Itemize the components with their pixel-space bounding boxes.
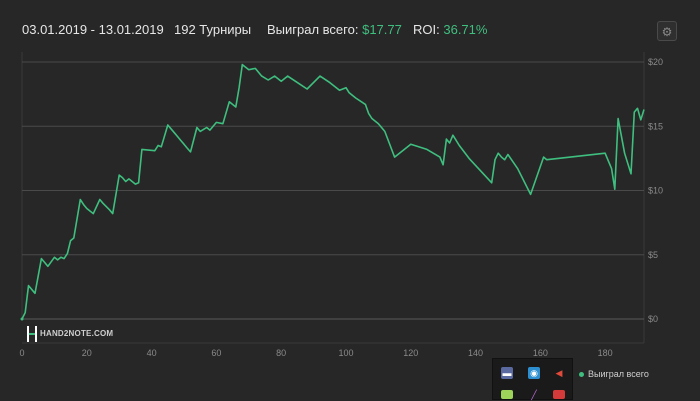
system-tray: ▬ ◉ ◀ ╱ [492, 358, 573, 400]
x-tick-label: 80 [276, 348, 286, 358]
x-tick-label: 20 [82, 348, 92, 358]
x-tick-label: 100 [338, 348, 353, 358]
profit-chart: $0 $5 $10 $15 $20 0 20 40 60 80 100 120 140 160 180 [19, 52, 663, 358]
y-tick-label: $20 [648, 57, 663, 67]
legend-marker [579, 372, 584, 378]
monitor-icon[interactable]: ▬ [501, 367, 513, 379]
y-tick-label: $5 [648, 250, 658, 260]
x-tick-label: 140 [468, 348, 483, 358]
series-start-point [20, 317, 24, 321]
x-tick-label: 0 [19, 348, 24, 358]
series-line [21, 63, 645, 320]
legend-label: Выиграл всего [588, 369, 649, 379]
y-tick-label: $10 [648, 186, 663, 196]
x-tick-label: 160 [533, 348, 548, 358]
x-tick-label: 120 [403, 348, 418, 358]
speaker-icon[interactable]: ◀ [553, 367, 565, 379]
x-tick-label: 60 [211, 348, 221, 358]
x-tick-label: 40 [147, 348, 157, 358]
y-tick-label: $0 [648, 314, 658, 324]
x-tick-label: 180 [598, 348, 613, 358]
pen-icon[interactable]: ╱ [528, 389, 540, 401]
chart-legend: Выиграл всего [579, 369, 649, 379]
logo-mark [27, 326, 37, 342]
network-icon[interactable]: ◉ [528, 367, 540, 379]
notes-icon[interactable] [501, 390, 513, 399]
logo-text: HAND2NOTE.COM [40, 329, 114, 338]
y-tick-label: $15 [648, 121, 663, 131]
app-icon[interactable] [553, 390, 565, 399]
